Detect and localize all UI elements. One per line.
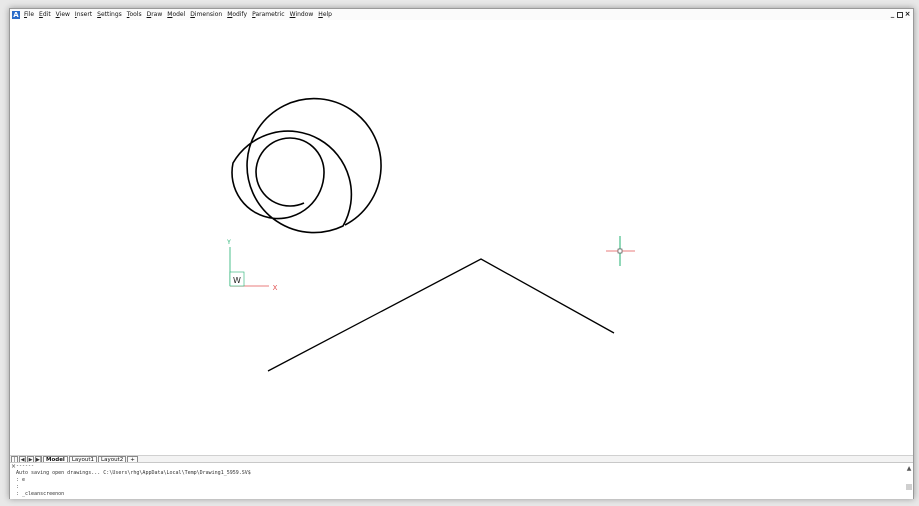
command-history-line: Auto saving open drawings... C:\Users\rh… bbox=[16, 470, 251, 476]
command-history-line: ------ bbox=[16, 463, 35, 469]
menu-window[interactable]: Window bbox=[288, 9, 317, 20]
menu-dimension[interactable]: Dimension bbox=[188, 9, 225, 20]
menu-tools[interactable]: Tools bbox=[125, 9, 145, 20]
command-history-line: : e bbox=[16, 477, 26, 483]
polyline bbox=[267, 258, 615, 372]
command-prompt-line[interactable]: : _cleanscreenon bbox=[16, 491, 251, 498]
command-history-line: : bbox=[16, 484, 20, 490]
menu-insert[interactable]: Insert bbox=[73, 9, 95, 20]
scroll-thumb[interactable] bbox=[906, 484, 912, 490]
crosshair-cursor bbox=[606, 236, 635, 266]
menu-bar: A File Edit View Insert Settings Tools D… bbox=[10, 9, 913, 20]
restore-button[interactable] bbox=[897, 11, 903, 18]
menu-modify[interactable]: Modify bbox=[225, 9, 250, 20]
drawing-canvas[interactable]: W Y X bbox=[10, 20, 913, 455]
ucs-w-label: W bbox=[233, 276, 241, 285]
spiral bbox=[231, 97, 382, 234]
menu-edit[interactable]: Edit bbox=[37, 9, 54, 20]
window-controls: _ × bbox=[889, 9, 911, 20]
menu-help[interactable]: Help bbox=[316, 9, 335, 20]
menu-view[interactable]: View bbox=[54, 9, 73, 20]
menu-settings[interactable]: Settings bbox=[95, 9, 125, 20]
ucs-icon: W Y X bbox=[226, 239, 277, 292]
app-window: A File Edit View Insert Settings Tools D… bbox=[9, 8, 914, 499]
menu-parametric[interactable]: Parametric bbox=[250, 9, 288, 20]
scroll-up-icon[interactable]: ▲ bbox=[906, 465, 912, 473]
ucs-x-label: X bbox=[273, 284, 278, 292]
command-history: ------ Auto saving open drawings... C:\U… bbox=[16, 463, 251, 498]
ucs-y-label: Y bbox=[226, 239, 231, 246]
app-logo-icon[interactable]: A bbox=[12, 10, 20, 19]
command-scrollbar[interactable]: ▲ bbox=[906, 465, 912, 497]
menu-model[interactable]: Model bbox=[165, 9, 188, 20]
command-line[interactable]: × ------ Auto saving open drawings... C:… bbox=[10, 462, 913, 499]
close-button[interactable]: × bbox=[904, 10, 911, 19]
minimize-button[interactable]: _ bbox=[889, 10, 896, 19]
drawing-svg: W Y X bbox=[226, 97, 635, 372]
menu-draw[interactable]: Draw bbox=[145, 9, 166, 20]
menu-file[interactable]: File bbox=[22, 9, 37, 20]
